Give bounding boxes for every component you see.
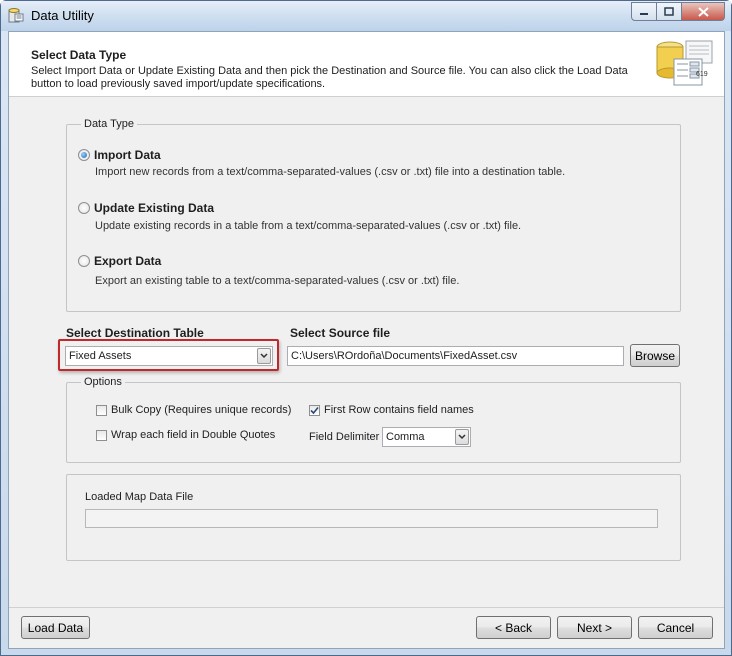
radio-button[interactable]: [78, 255, 90, 267]
minimize-icon[interactable]: [631, 2, 657, 21]
radio-desc-export: Export an existing table to a text/comma…: [95, 275, 460, 287]
radio-button-selected[interactable]: [78, 149, 90, 161]
destination-table-label: Select Destination Table: [66, 326, 204, 340]
source-file-label: Select Source file: [290, 326, 391, 340]
browse-button[interactable]: Browse: [630, 344, 680, 367]
wizard-header: Select Data Type Select Import Data or U…: [9, 32, 724, 97]
radio-label-import: Import Data: [94, 148, 161, 162]
page-description: Select Import Data or Update Existing Da…: [31, 65, 628, 90]
radio-import-data[interactable]: Import Data: [78, 148, 161, 162]
destination-table-select[interactable]: Fixed Assets: [65, 346, 273, 366]
loaded-map-field: [85, 509, 658, 528]
first-row-checkbox[interactable]: First Row contains field names: [309, 404, 474, 416]
dialog-body: Select Data Type Select Import Data or U…: [8, 31, 725, 649]
checkbox-unchecked[interactable]: [96, 429, 107, 441]
wrap-quotes-checkbox[interactable]: Wrap each field in Double Quotes: [96, 429, 275, 441]
loaded-map-label: Loaded Map Data File: [85, 491, 194, 503]
radio-update-data[interactable]: Update Existing Data: [78, 201, 214, 215]
field-delimiter-label: Field Delimiter: [309, 431, 380, 443]
source-file-input[interactable]: C:\Users\ROrdoña\Documents\FixedAsset.cs…: [287, 346, 624, 366]
window-title: Data Utility: [31, 8, 94, 23]
map-data-group: Loaded Map Data File: [66, 474, 681, 561]
field-delimiter-value: Comma: [386, 431, 425, 443]
radio-button[interactable]: [78, 202, 90, 214]
data-type-group: Data Type Import Data Import new records…: [66, 118, 681, 312]
chevron-down-icon[interactable]: [455, 429, 469, 445]
back-button[interactable]: < Back: [476, 616, 551, 639]
cancel-button[interactable]: Cancel: [638, 616, 713, 639]
bulk-copy-checkbox[interactable]: Bulk Copy (Requires unique records): [96, 404, 291, 416]
field-delimiter-select[interactable]: Comma: [382, 427, 471, 447]
maximize-icon[interactable]: [657, 2, 682, 21]
data-type-legend: Data Type: [84, 118, 134, 130]
footer-divider: [9, 607, 724, 608]
page-title: Select Data Type: [31, 48, 127, 62]
radio-label-export: Export Data: [94, 254, 162, 268]
close-icon[interactable]: [682, 2, 725, 21]
header-graphic-number: 619: [696, 71, 708, 78]
next-button[interactable]: Next >: [557, 616, 632, 639]
first-row-label: First Row contains field names: [324, 404, 474, 416]
load-data-button[interactable]: Load Data: [21, 616, 90, 639]
chevron-down-icon[interactable]: [257, 348, 271, 364]
title-bar[interactable]: Data Utility: [1, 1, 731, 31]
destination-table-value: Fixed Assets: [69, 350, 132, 362]
radio-desc-import: Import new records from a text/comma-sep…: [95, 166, 566, 178]
options-legend: Options: [84, 376, 122, 388]
radio-export-data[interactable]: Export Data: [78, 254, 161, 268]
radio-desc-update: Update existing records in a table from …: [95, 220, 522, 232]
checkbox-unchecked[interactable]: [96, 404, 107, 416]
radio-label-update: Update Existing Data: [94, 201, 215, 215]
database-table-icon: [656, 40, 713, 86]
checkmark-icon[interactable]: [309, 404, 320, 416]
dialog-window: Data Utility Select Data Type Select Imp…: [0, 0, 732, 656]
bulk-copy-label: Bulk Copy (Requires unique records): [111, 404, 292, 416]
header-number-text: 619: [696, 71, 708, 78]
wrap-quotes-label: Wrap each field in Double Quotes: [111, 429, 276, 441]
data-utility-icon: [8, 8, 24, 23]
options-group: Options Bulk Copy (Requires unique recor…: [66, 376, 681, 463]
